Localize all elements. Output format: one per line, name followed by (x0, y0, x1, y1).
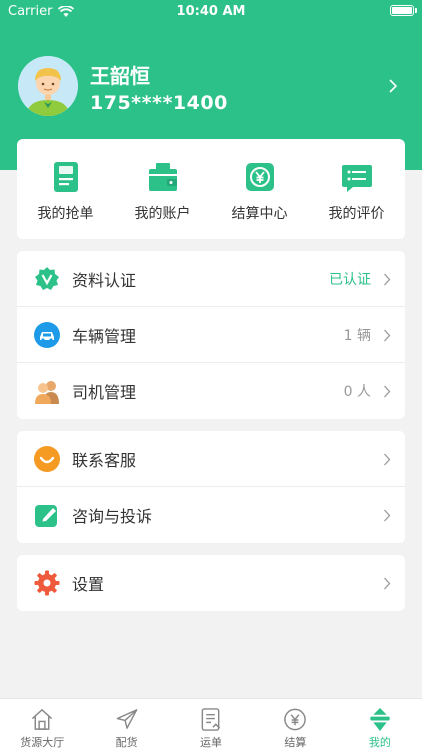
quick-action-label: 结算中心 (231, 206, 288, 222)
comment-icon (341, 165, 372, 192)
menu-item-consult-complaint[interactable]: 咨询与投诉 (17, 487, 405, 543)
support-menu-group: 联系客服 咨询与投诉 (17, 431, 405, 543)
tab-label: 配货 (115, 736, 138, 749)
chevron-right-icon (384, 453, 391, 466)
tab-profile[interactable]: 我的 (338, 699, 422, 750)
tab-label: 我的 (368, 736, 391, 749)
wallet-icon (148, 163, 177, 191)
quick-action-label: 我的抢单 (37, 206, 94, 222)
driver-count: 0 人 (343, 384, 371, 400)
profile-icon (370, 707, 390, 732)
tab-label: 运单 (200, 736, 223, 749)
menu-item-label: 车辆管理 (72, 326, 137, 346)
quick-action-label: 我的评价 (328, 206, 385, 222)
quick-action-label: 我的账户 (134, 206, 191, 222)
chevron-right-icon (384, 273, 391, 286)
chevron-right-icon (384, 509, 391, 522)
tab-cargo-hall[interactable]: 货源大厅 (0, 699, 84, 750)
yuan-icon (284, 708, 307, 731)
avatar[interactable] (18, 56, 78, 116)
tab-dispatch[interactable]: 配货 (84, 699, 168, 750)
user-name: 王韶恒 (90, 64, 150, 88)
menu-item-vehicle-management[interactable]: 车辆管理 1 辆 (17, 307, 405, 363)
user-phone: 175****1400 (90, 92, 228, 114)
menu-item-label: 设置 (72, 575, 105, 594)
profile-header[interactable]: 王韶恒 175****1400 (0, 52, 422, 122)
settings-menu-group: 设置 (17, 555, 405, 611)
quick-action-my-orders[interactable]: 我的抢单 (17, 139, 114, 239)
avatar-illustration (18, 56, 78, 116)
car-icon (34, 322, 60, 348)
quick-action-my-reviews[interactable]: 我的评价 (308, 139, 405, 239)
document-icon (53, 162, 78, 192)
quick-actions-card: 我的抢单 我的账户 结算中心 我的评价 (17, 139, 405, 239)
vehicle-count: 1 辆 (343, 327, 371, 344)
account-menu-group: 资料认证 已认证 车辆管理 1 辆 司机管理 0 人 (17, 251, 405, 419)
people-icon (35, 381, 59, 404)
tab-label: 货源大厅 (20, 736, 65, 749)
tab-waybill[interactable]: 运单 (169, 699, 253, 750)
chevron-right-icon (384, 577, 391, 590)
menu-item-label: 司机管理 (72, 383, 137, 402)
waybill-icon (201, 708, 221, 731)
yuan-exchange-icon (245, 163, 274, 191)
chevron-right-icon (384, 329, 391, 342)
bottom-tab-bar: 货源大厅 配货 运单 结算 我的 (0, 698, 422, 750)
verification-status: 已认证 (329, 271, 371, 288)
verified-v-icon (35, 267, 59, 290)
quick-action-my-account[interactable]: 我的账户 (114, 139, 211, 239)
edit-icon (35, 505, 57, 527)
chevron-right-icon[interactable] (388, 78, 398, 94)
menu-item-customer-service[interactable]: 联系客服 (17, 431, 405, 487)
chevron-right-icon (384, 385, 391, 398)
menu-item-settings[interactable]: 设置 (17, 555, 405, 611)
menu-item-verification[interactable]: 资料认证 已认证 (17, 251, 405, 307)
send-icon (116, 709, 137, 729)
home-icon (32, 708, 53, 730)
menu-item-label: 资料认证 (72, 270, 137, 290)
battery-icon (390, 5, 417, 16)
quick-action-settlement[interactable]: 结算中心 (211, 139, 308, 239)
tab-settlement[interactable]: 结算 (253, 699, 337, 750)
status-bar: Carrier 10:40 AM (0, 0, 422, 24)
gear-icon (34, 570, 60, 596)
menu-item-driver-management[interactable]: 司机管理 0 人 (17, 363, 405, 419)
status-time: 10:40 AM (176, 4, 246, 19)
menu-item-label: 咨询与投诉 (72, 507, 153, 526)
menu-item-label: 联系客服 (72, 450, 137, 470)
customer-service-icon (34, 446, 60, 472)
tab-label: 结算 (284, 736, 307, 749)
